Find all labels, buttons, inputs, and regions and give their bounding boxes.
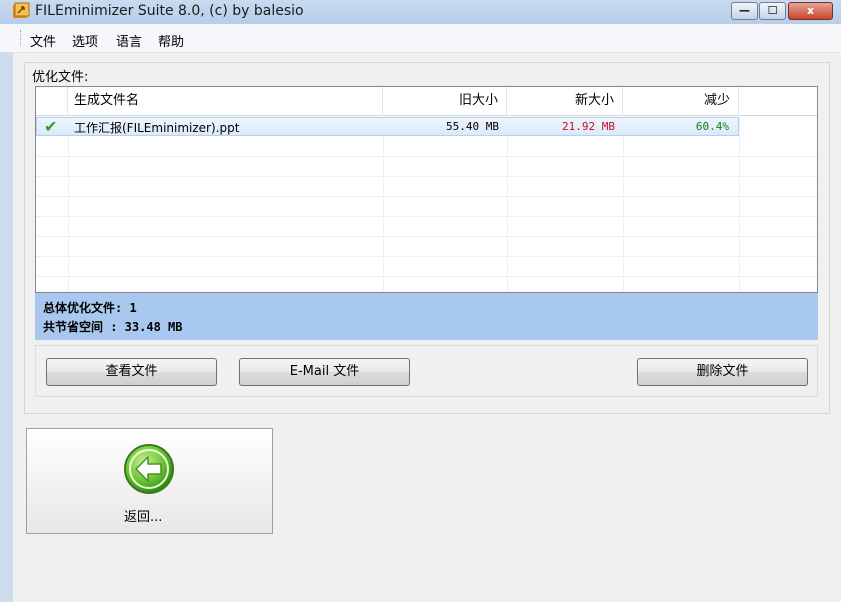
email-files-button[interactable]: E-Mail 文件 <box>239 358 410 386</box>
grid-line <box>68 115 69 292</box>
check-icon: ✔ <box>44 117 58 136</box>
header-old-size[interactable]: 旧大小 <box>383 87 507 115</box>
summary-panel: 总体优化文件: 1 共节省空间 : 33.48 MB <box>35 293 818 340</box>
view-files-button[interactable]: 查看文件 <box>46 358 217 386</box>
menu-grip <box>20 30 23 46</box>
back-label: 返回... <box>124 510 163 525</box>
maximize-icon: ☐ <box>767 4 778 17</box>
grid-line <box>623 115 624 292</box>
menu-bar: 文件 选项 语言 帮助 <box>0 24 841 53</box>
minimize-button[interactable]: — <box>731 2 758 20</box>
back-arrow-icon <box>124 444 174 494</box>
group-label: 优化文件: <box>32 70 89 85</box>
header-status[interactable] <box>36 87 68 115</box>
close-button[interactable]: x <box>788 2 833 20</box>
maximize-button[interactable]: ☐ <box>759 2 786 20</box>
menu-language[interactable]: 语言 <box>116 31 142 50</box>
minimize-icon: — <box>739 4 750 17</box>
grid-line <box>507 115 508 292</box>
header-reduction[interactable]: 减少 <box>623 87 739 115</box>
grid-line <box>36 176 817 177</box>
close-icon: x <box>806 4 815 17</box>
app-icon <box>13 2 30 18</box>
saved-space-text: 共节省空间 : 33.48 MB <box>43 320 183 334</box>
row-old-size: 55.40 MB <box>446 120 499 133</box>
grid-line <box>739 115 740 292</box>
grid-line <box>36 216 817 217</box>
delete-files-button[interactable]: 删除文件 <box>637 358 808 386</box>
title-bar: FILEminimizer Suite 8.0, (c) by balesio … <box>0 0 841 24</box>
total-files-text: 总体优化文件: 1 <box>43 301 137 315</box>
file-list[interactable]: 生成文件名 旧大小 新大小 减少 ✔ 工作汇报(FILEminimizer).p… <box>35 86 818 293</box>
grid-line <box>36 256 817 257</box>
menu-options[interactable]: 选项 <box>72 31 98 50</box>
grid-line <box>383 115 384 292</box>
list-header: 生成文件名 旧大小 新大小 减少 <box>36 87 817 116</box>
grid-line <box>36 236 817 237</box>
grid-line <box>36 276 817 277</box>
window-title: FILEminimizer Suite 8.0, (c) by balesio <box>35 3 304 19</box>
row-filename: 工作汇报(FILEminimizer).ppt <box>74 121 240 135</box>
row-reduction: 60.4% <box>695 120 729 133</box>
grid-line <box>36 156 817 157</box>
grid-line <box>36 196 817 197</box>
row-new-size: 21.92 MB <box>562 120 615 133</box>
left-strip <box>0 52 13 602</box>
menu-file[interactable]: 文件 <box>30 31 56 50</box>
menu-help[interactable]: 帮助 <box>158 31 184 50</box>
header-new-size[interactable]: 新大小 <box>507 87 623 115</box>
header-filename[interactable]: 生成文件名 <box>68 87 383 115</box>
button-bar: 查看文件 E-Mail 文件 删除文件 <box>35 345 818 397</box>
